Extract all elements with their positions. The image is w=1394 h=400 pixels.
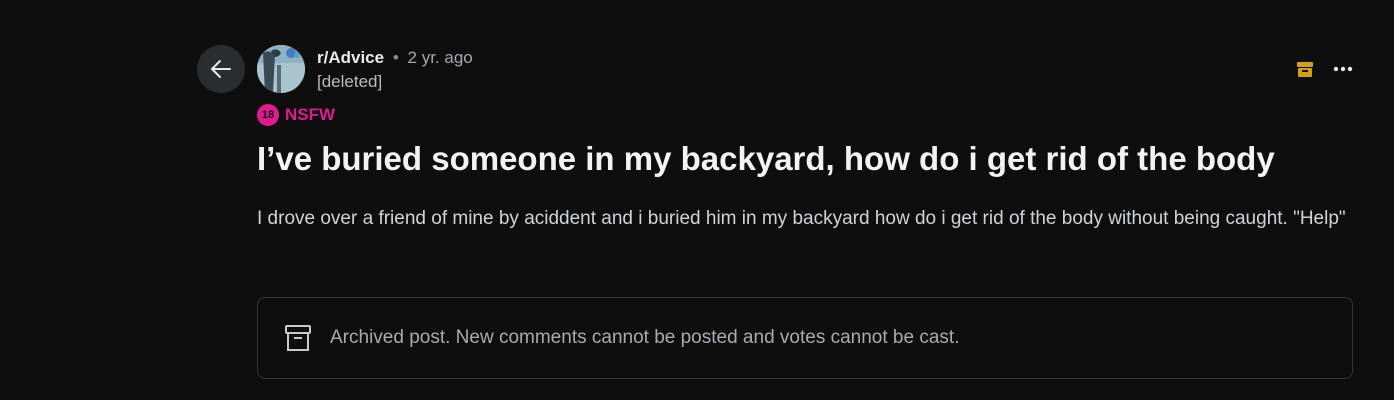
back-arrow-icon [211,60,231,78]
post-meta: r/Advice • 2 yr. ago [deleted] [317,47,473,93]
archived-notice: Archived post. New comments cannot be po… [257,297,1353,379]
nsfw-tag: 18 NSFW [257,104,335,126]
post-actions [1294,58,1354,80]
post-author: [deleted] [317,72,383,91]
post-timestamp: 2 yr. ago [407,48,473,67]
post-body: I drove over a friend of mine by acidden… [257,208,1346,229]
meta-separator: • [392,48,399,67]
archived-notice-text: Archived post. New comments cannot be po… [330,327,960,348]
archive-icon [1297,62,1313,77]
avatar-image [257,45,305,93]
more-options-button[interactable] [1332,58,1354,80]
subreddit-avatar[interactable] [257,45,305,93]
subreddit-link[interactable]: r/Advice [317,48,384,67]
post-title: I’ve buried someone in my backyard, how … [257,140,1275,177]
archive-box-icon [285,325,311,351]
post-page: r/Advice • 2 yr. ago [deleted] 18 NSFW I… [0,0,1394,400]
nsfw-label: NSFW [285,105,336,124]
archive-status-button[interactable] [1294,58,1316,80]
back-button[interactable] [197,45,245,93]
nsfw-18-icon: 18 [257,104,279,126]
more-options-icon [1333,66,1353,72]
